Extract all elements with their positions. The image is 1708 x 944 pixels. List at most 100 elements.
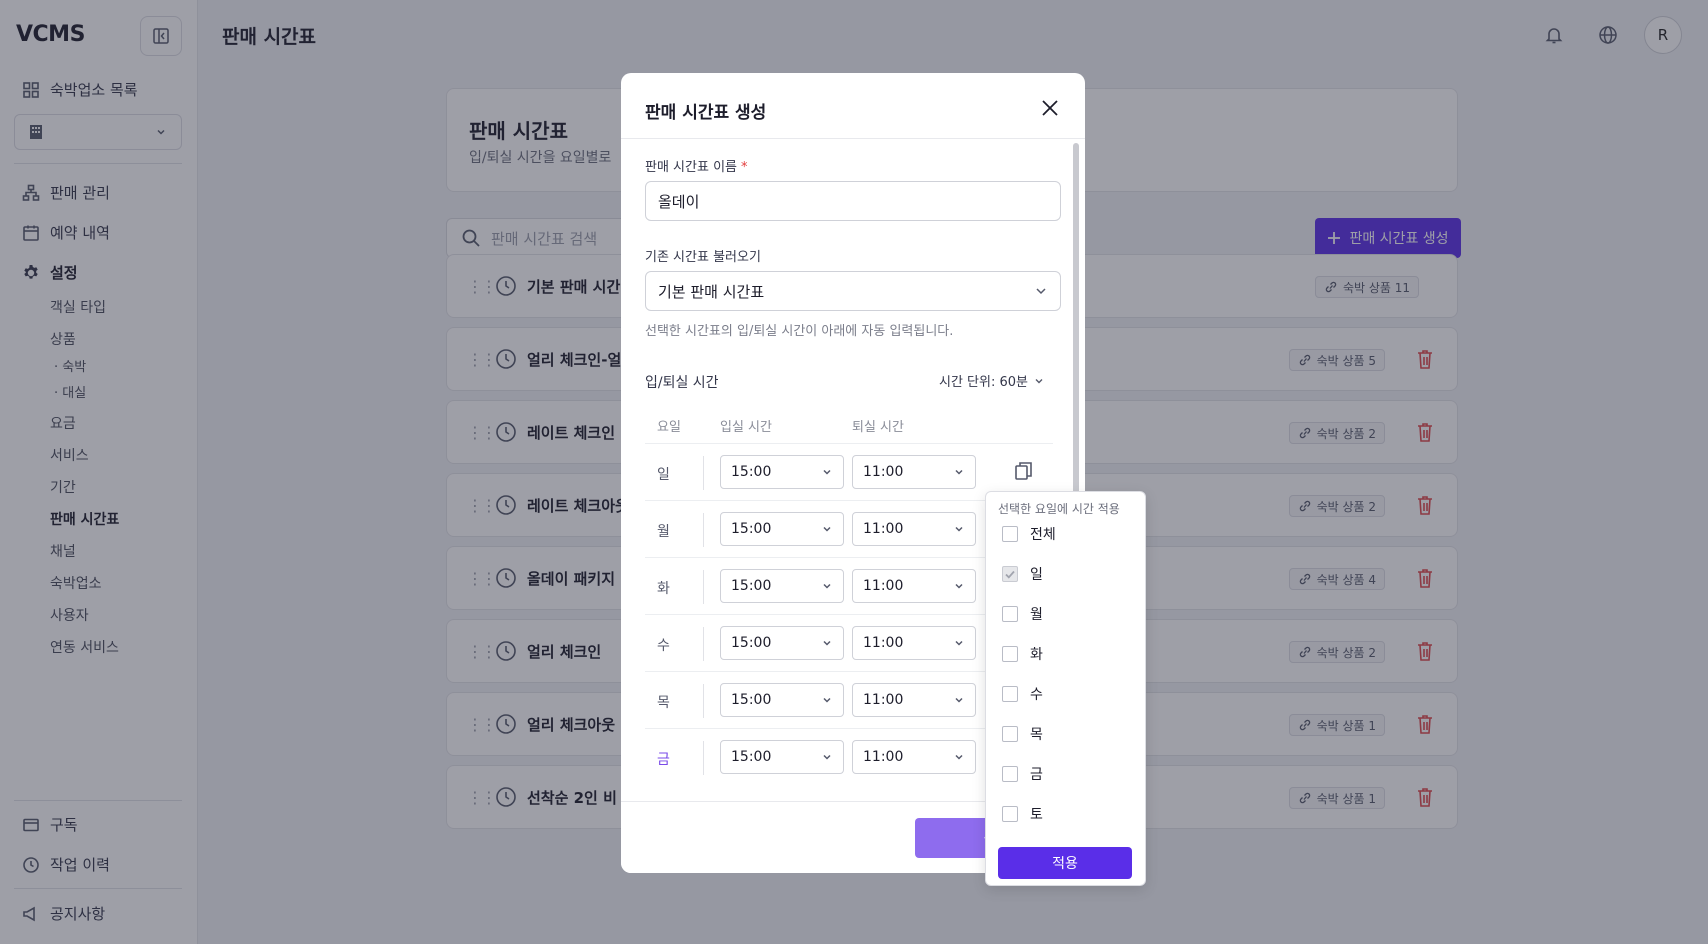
checkin-time-value: 15:00 xyxy=(731,464,772,480)
time-unit-select[interactable]: 시간 단위: 60분 xyxy=(939,371,1044,390)
checkout-time-select[interactable]: 11:00 xyxy=(852,512,976,546)
day-option-checkbox[interactable]: 월 xyxy=(1002,604,1043,624)
day-option-checkbox[interactable]: 금 xyxy=(1002,764,1043,784)
chevron-down-icon xyxy=(823,640,831,646)
checkin-time-value: 15:00 xyxy=(731,635,772,651)
checkbox[interactable] xyxy=(1002,646,1018,662)
day-label: 수 xyxy=(657,638,670,654)
modal-title: 판매 시간표 생성 xyxy=(645,103,767,123)
column-divider xyxy=(703,741,704,775)
modal-header: 판매 시간표 생성 xyxy=(621,73,1085,139)
checkbox[interactable] xyxy=(1002,606,1018,622)
day-label: 금 xyxy=(657,752,670,768)
checkout-time-select[interactable]: 11:00 xyxy=(852,455,976,489)
checkin-time-value: 15:00 xyxy=(731,692,772,708)
option-label: 월 xyxy=(1030,607,1043,623)
chevron-down-icon xyxy=(955,469,963,475)
checkout-time-value: 11:00 xyxy=(863,521,904,537)
import-field-label: 기존 시간표 불러오기 xyxy=(645,250,761,265)
checkin-time-value: 15:00 xyxy=(731,578,772,594)
option-label: 토 xyxy=(1030,807,1043,823)
chevron-down-icon xyxy=(955,697,963,703)
apply-button[interactable]: 적용 xyxy=(998,847,1132,879)
option-label: 전체 xyxy=(1030,527,1056,543)
day-option-checkbox[interactable]: 일 xyxy=(1002,564,1043,584)
import-timetable-select[interactable]: 기본 판매 시간표 xyxy=(645,271,1061,311)
name-label-text: 판매 시간표 이름 xyxy=(645,160,737,175)
chevron-down-icon xyxy=(955,526,963,532)
required-mark: * xyxy=(741,160,748,175)
popover-title: 선택한 요일에 시간 적용 xyxy=(998,502,1120,516)
checkbox[interactable] xyxy=(1002,686,1018,702)
day-option-checkbox[interactable]: 수 xyxy=(1002,684,1043,704)
checkout-time-select[interactable]: 11:00 xyxy=(852,683,976,717)
copy-icon xyxy=(1015,462,1032,480)
chevron-down-icon xyxy=(823,526,831,532)
column-divider xyxy=(703,570,704,604)
chevron-down-icon xyxy=(823,754,831,760)
column-divider xyxy=(703,513,704,547)
apply-label: 적용 xyxy=(1052,856,1078,872)
checkbox[interactable] xyxy=(1002,566,1018,582)
copy-times-button[interactable] xyxy=(1013,460,1035,486)
chevron-down-icon xyxy=(955,754,963,760)
column-divider xyxy=(703,684,704,718)
checkout-time-value: 11:00 xyxy=(863,692,904,708)
checkin-time-select[interactable]: 15:00 xyxy=(720,626,844,660)
column-divider xyxy=(703,627,704,661)
chevron-down-icon xyxy=(955,583,963,589)
chevron-down-icon xyxy=(955,640,963,646)
checkin-time-select[interactable]: 15:00 xyxy=(720,740,844,774)
option-label: 일 xyxy=(1030,567,1043,583)
chevron-down-icon xyxy=(823,469,831,475)
day-option-checkbox[interactable]: 토 xyxy=(1002,804,1043,824)
checkout-time-value: 11:00 xyxy=(863,464,904,480)
app-root: VCMS 숙박업소 목록 판매 관리 예약 내역 설정 객실 타입 상품 · 숙… xyxy=(0,0,1708,944)
checkbox[interactable] xyxy=(1002,526,1018,542)
checkout-time-select[interactable]: 11:00 xyxy=(852,626,976,660)
checkin-time-value: 15:00 xyxy=(731,749,772,765)
day-option-checkbox[interactable]: 화 xyxy=(1002,644,1043,664)
day-option-checkbox[interactable]: 목 xyxy=(1002,724,1043,744)
name-field-label: 판매 시간표 이름 * xyxy=(645,156,748,175)
day-label: 화 xyxy=(657,581,670,597)
check-icon xyxy=(1005,570,1015,579)
checkin-time-select[interactable]: 15:00 xyxy=(720,569,844,603)
checkin-time-select[interactable]: 15:00 xyxy=(720,455,844,489)
close-button[interactable] xyxy=(1037,95,1063,121)
import-helper-text: 선택한 시간표의 입/퇴실 시간이 아래에 자동 입력됩니다. xyxy=(645,324,954,339)
option-label: 수 xyxy=(1030,687,1043,703)
import-select-value: 기본 판매 시간표 xyxy=(658,282,765,301)
chevron-down-icon xyxy=(823,583,831,589)
checkout-time-value: 11:00 xyxy=(863,578,904,594)
checkin-time-select[interactable]: 15:00 xyxy=(720,683,844,717)
day-label: 일 xyxy=(657,467,670,483)
checkout-time-value: 11:00 xyxy=(863,749,904,765)
close-icon xyxy=(1042,100,1058,116)
day-label: 목 xyxy=(657,695,670,711)
option-label: 금 xyxy=(1030,767,1043,783)
chevron-down-icon xyxy=(1036,288,1046,295)
checkbox[interactable] xyxy=(1002,806,1018,822)
checkout-time-value: 11:00 xyxy=(863,635,904,651)
apply-days-popover: 선택한 요일에 시간 적용 전체일월화수목금토 적용 xyxy=(985,491,1146,886)
option-label: 화 xyxy=(1030,647,1043,663)
checkout-time-select[interactable]: 11:00 xyxy=(852,569,976,603)
checkbox[interactable] xyxy=(1002,726,1018,742)
chevron-down-icon xyxy=(1035,378,1043,383)
option-label: 목 xyxy=(1030,727,1043,743)
col-header-checkout: 퇴실 시간 xyxy=(852,420,904,435)
day-label: 월 xyxy=(657,524,670,540)
time-unit-value: 시간 단위: 60분 xyxy=(939,375,1028,390)
checkout-time-select[interactable]: 11:00 xyxy=(852,740,976,774)
checkin-time-select[interactable]: 15:00 xyxy=(720,512,844,546)
chevron-down-icon xyxy=(823,697,831,703)
times-section-label: 입/퇴실 시간 xyxy=(645,375,719,391)
checkbox[interactable] xyxy=(1002,766,1018,782)
timetable-name-input[interactable]: 올데이 xyxy=(645,181,1061,221)
day-option-checkbox[interactable]: 전체 xyxy=(1002,524,1056,544)
col-header-day: 요일 xyxy=(657,420,681,435)
col-header-checkin: 입실 시간 xyxy=(720,420,772,435)
checkin-time-value: 15:00 xyxy=(731,521,772,537)
name-input-value: 올데이 xyxy=(658,192,700,211)
